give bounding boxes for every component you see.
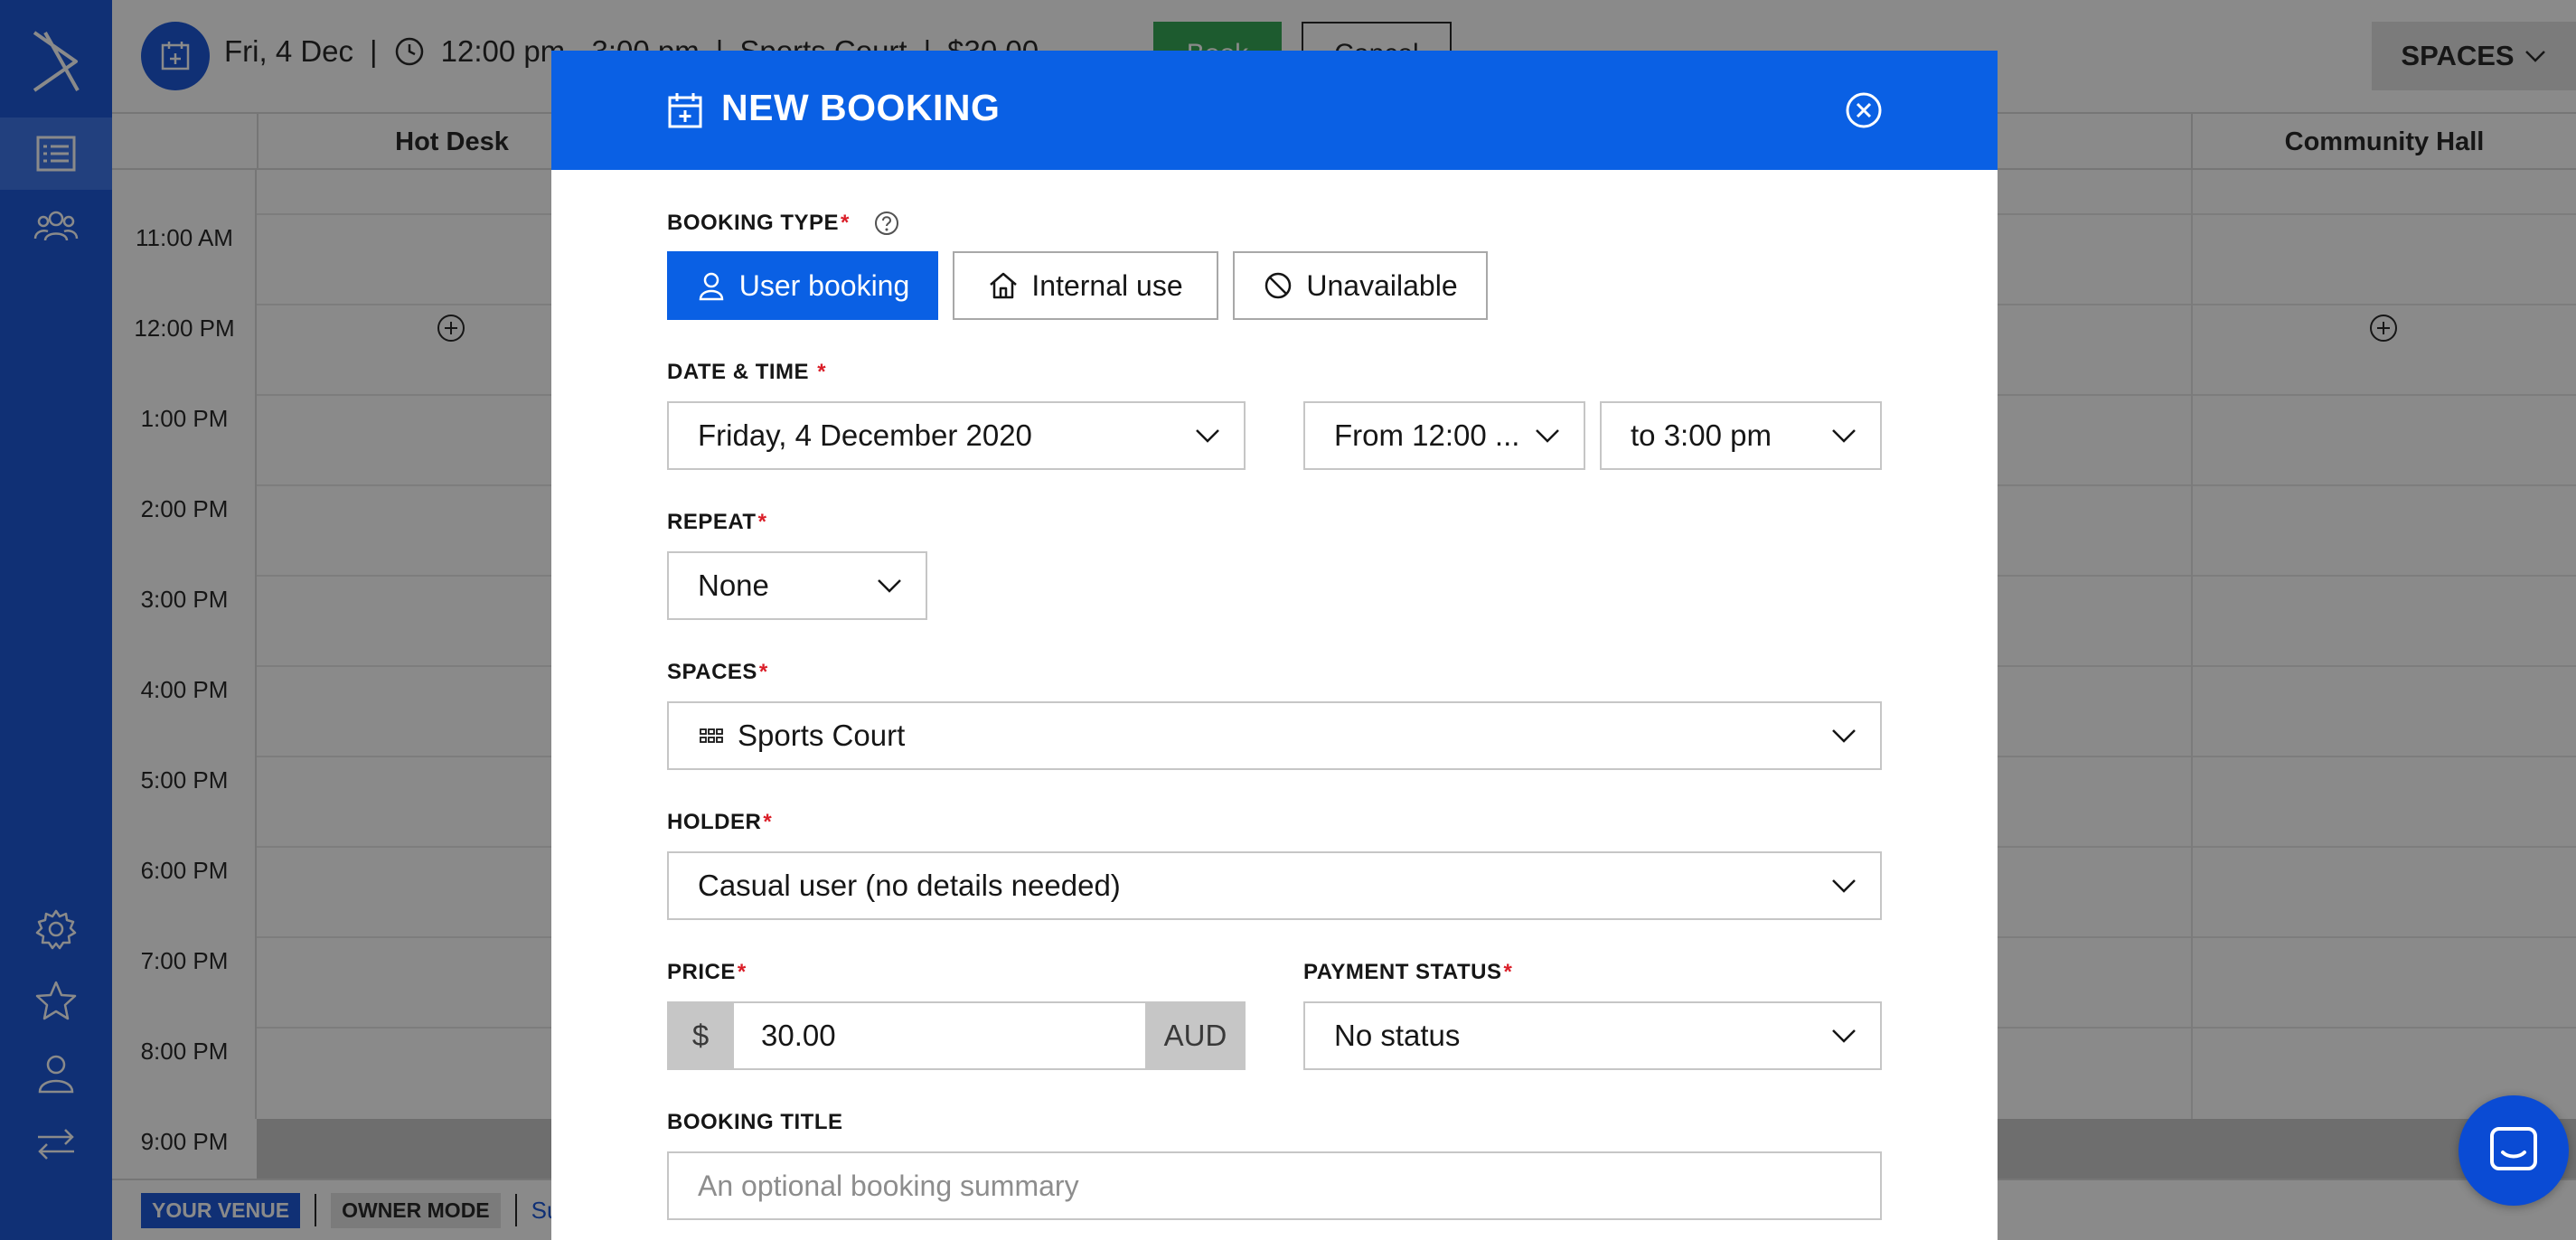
help-icon[interactable] <box>873 210 900 237</box>
end-time-select[interactable]: to 3:00 pm <box>1600 401 1882 470</box>
internal-use-button[interactable]: Internal use <box>953 251 1218 320</box>
chevron-down-icon <box>1832 1029 1856 1043</box>
unavailable-icon <box>1265 272 1292 299</box>
user-outline-icon <box>699 272 723 301</box>
holder-value: Casual user (no details needed) <box>698 869 1121 902</box>
spaces-label: SPACES * <box>667 660 768 684</box>
chevron-down-icon <box>1536 429 1559 443</box>
payment-status-label: PAYMENT STATUS * <box>1303 960 1513 984</box>
holder-label: HOLDER * <box>667 810 773 834</box>
close-icon[interactable] <box>1844 90 1884 130</box>
date-select-value: Friday, 4 December 2020 <box>698 418 1032 452</box>
user-booking-button[interactable]: User booking <box>667 251 938 320</box>
payment-status-value: No status <box>1334 1019 1461 1052</box>
price-input[interactable] <box>734 1001 1145 1070</box>
chevron-down-icon <box>1832 729 1856 743</box>
currency-symbol: $ <box>667 1001 734 1070</box>
holder-select[interactable]: Casual user (no details needed) <box>667 851 1882 920</box>
booking-title-label: BOOKING TITLE <box>667 1110 843 1134</box>
user-booking-label: User booking <box>738 268 910 302</box>
spaces-value: Sports Court <box>738 719 906 752</box>
price-label: PRICE * <box>667 960 747 984</box>
chevron-down-icon <box>1196 429 1219 443</box>
grid-icon <box>700 728 723 743</box>
chevron-down-icon <box>1832 429 1856 443</box>
start-time-value: From 12:00 ... <box>1334 418 1520 452</box>
repeat-select[interactable]: None <box>667 551 927 620</box>
unavailable-label: Unavailable <box>1306 268 1458 302</box>
booking-type-label: BOOKING TYPE * <box>667 210 900 237</box>
repeat-value: None <box>698 568 769 602</box>
calendar-add-icon <box>668 93 702 128</box>
repeat-label: REPEAT * <box>667 510 767 534</box>
end-time-value: to 3:00 pm <box>1631 418 1772 452</box>
chevron-down-icon <box>878 579 901 593</box>
chat-launcher[interactable] <box>2458 1095 2569 1206</box>
dialog-title: NEW BOOKING <box>721 87 1001 128</box>
price-input-group: $ AUD <box>667 1001 1246 1070</box>
currency-code: AUD <box>1145 1001 1246 1070</box>
home-icon <box>990 272 1018 299</box>
chat-icon <box>2490 1127 2537 1170</box>
internal-use-label: Internal use <box>1031 268 1183 302</box>
dialog-header: NEW BOOKING <box>551 51 1998 170</box>
start-time-select[interactable]: From 12:00 ... <box>1303 401 1585 470</box>
payment-status-select[interactable]: No status <box>1303 1001 1882 1070</box>
chevron-down-icon <box>1832 879 1856 893</box>
booking-title-input[interactable] <box>667 1151 1882 1220</box>
spaces-select[interactable]: Sports Court <box>667 701 1882 770</box>
unavailable-button[interactable]: Unavailable <box>1233 251 1488 320</box>
date-select[interactable]: Friday, 4 December 2020 <box>667 401 1246 470</box>
date-time-label: DATE & TIME * <box>667 360 827 384</box>
new-booking-dialog: NEW BOOKING BOOKING TYPE * User booking I… <box>551 51 1998 1240</box>
